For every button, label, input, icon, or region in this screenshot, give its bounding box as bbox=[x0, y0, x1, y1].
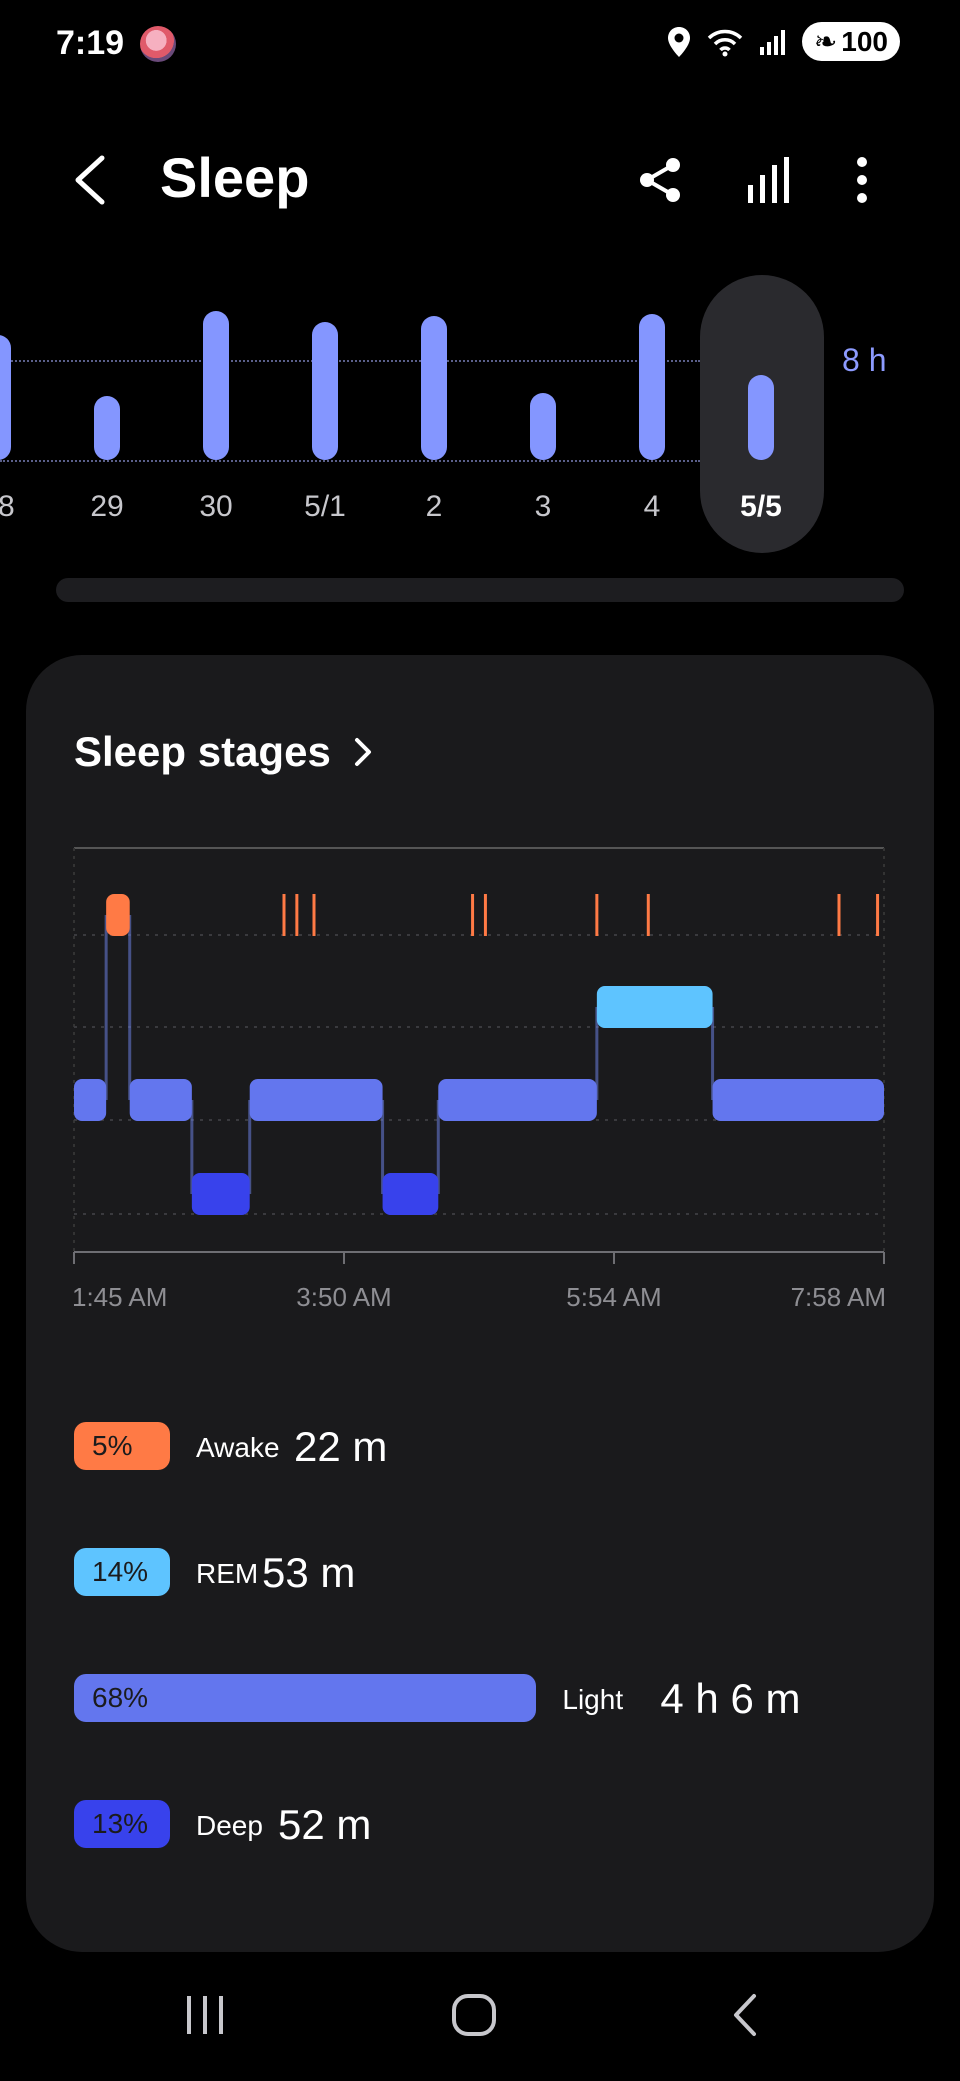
day-bar[interactable] bbox=[203, 311, 229, 460]
stage-segment-light bbox=[438, 1079, 597, 1121]
legend-percent-awake: 5% bbox=[74, 1422, 170, 1470]
status-icons: ❧ 100 bbox=[666, 22, 900, 61]
bar-chart-icon bbox=[748, 157, 789, 203]
sleep-stages-header[interactable]: Sleep stages bbox=[74, 728, 373, 776]
goal-line bbox=[0, 360, 700, 362]
recent-apps-icon bbox=[187, 1996, 223, 2034]
stage-segment-light bbox=[249, 1079, 383, 1121]
more-vert-icon bbox=[857, 157, 867, 203]
share-icon bbox=[640, 158, 680, 202]
day-bar[interactable] bbox=[748, 375, 774, 460]
battery-leaf-icon: ❧ bbox=[813, 26, 838, 57]
signal-icon bbox=[759, 29, 785, 55]
legend-duration: 53 m bbox=[262, 1549, 356, 1596]
legend-stage-name: REM bbox=[196, 1558, 259, 1589]
legend-percent-light: 68% bbox=[74, 1674, 537, 1722]
battery-indicator: ❧ 100 bbox=[801, 22, 900, 61]
back-nav-button[interactable] bbox=[705, 1990, 785, 2040]
legend-duration: 22 m bbox=[294, 1423, 388, 1470]
day-label[interactable]: 4 bbox=[612, 490, 692, 524]
date-scrollbar[interactable] bbox=[56, 578, 904, 602]
day-label[interactable]: 30 bbox=[176, 490, 256, 524]
legend-percent-deep: 13% bbox=[74, 1800, 170, 1848]
x-tick-label: 1:45 AM bbox=[72, 1282, 167, 1312]
wifi-icon bbox=[707, 29, 743, 56]
legend-duration: 4 h 6 m bbox=[660, 1675, 801, 1722]
day-label[interactable]: 29 bbox=[67, 490, 147, 524]
recent-apps-button[interactable] bbox=[165, 1990, 245, 2040]
home-icon bbox=[452, 1994, 496, 2036]
day-bar[interactable] bbox=[421, 316, 447, 460]
legend-duration: 52 m bbox=[278, 1801, 372, 1848]
x-tick-label: 3:50 AM bbox=[296, 1282, 391, 1312]
goal-label: 8 h bbox=[842, 342, 887, 378]
x-tick-label: 5:54 AM bbox=[566, 1282, 661, 1312]
more-options-button[interactable] bbox=[832, 150, 892, 210]
stage-segment-deep bbox=[382, 1173, 439, 1215]
status-time: 7:19 bbox=[56, 24, 125, 62]
day-bar[interactable] bbox=[639, 314, 665, 460]
stage-segment-light bbox=[129, 1079, 192, 1121]
location-icon bbox=[667, 26, 690, 57]
card-title: Sleep stages bbox=[74, 728, 331, 775]
day-bar[interactable] bbox=[94, 396, 120, 460]
stage-segment-light bbox=[712, 1079, 884, 1121]
stage-segment-rem bbox=[596, 986, 713, 1028]
day-bar[interactable] bbox=[312, 322, 338, 460]
day-label[interactable]: 28 bbox=[0, 490, 38, 524]
share-button[interactable] bbox=[630, 150, 690, 210]
stage-segment-light bbox=[74, 1079, 107, 1121]
chevron-right-icon bbox=[354, 738, 371, 766]
page-title: Sleep bbox=[160, 146, 310, 209]
legend-stage-name: Deep bbox=[196, 1810, 263, 1841]
back-nav-icon bbox=[734, 1994, 756, 2036]
day-label[interactable]: 5/5 bbox=[721, 490, 801, 524]
x-tick-label: 7:58 AM bbox=[791, 1282, 886, 1312]
legend-stage-name: Awake bbox=[196, 1432, 280, 1463]
trends-button[interactable] bbox=[738, 150, 798, 210]
back-icon[interactable] bbox=[70, 150, 110, 210]
sleep-stage-chart: 1:45 AM 3:50 AM 5:54 AM 7:58 AM bbox=[72, 847, 886, 1312]
day-label[interactable]: 3 bbox=[503, 490, 583, 524]
stage-segment-awake bbox=[106, 894, 130, 936]
day-label[interactable]: 5/1 bbox=[285, 490, 365, 524]
stage-segment-deep bbox=[191, 1173, 250, 1215]
day-label[interactable]: 2 bbox=[394, 490, 474, 524]
home-button[interactable] bbox=[434, 1990, 514, 2040]
day-bar[interactable] bbox=[0, 335, 11, 460]
baseline-line bbox=[0, 460, 700, 462]
day-bar[interactable] bbox=[530, 392, 556, 460]
legend-percent-rem: 14% bbox=[74, 1548, 170, 1596]
notification-avatar-icon bbox=[140, 26, 176, 62]
legend-stage-name: Light bbox=[562, 1684, 624, 1715]
